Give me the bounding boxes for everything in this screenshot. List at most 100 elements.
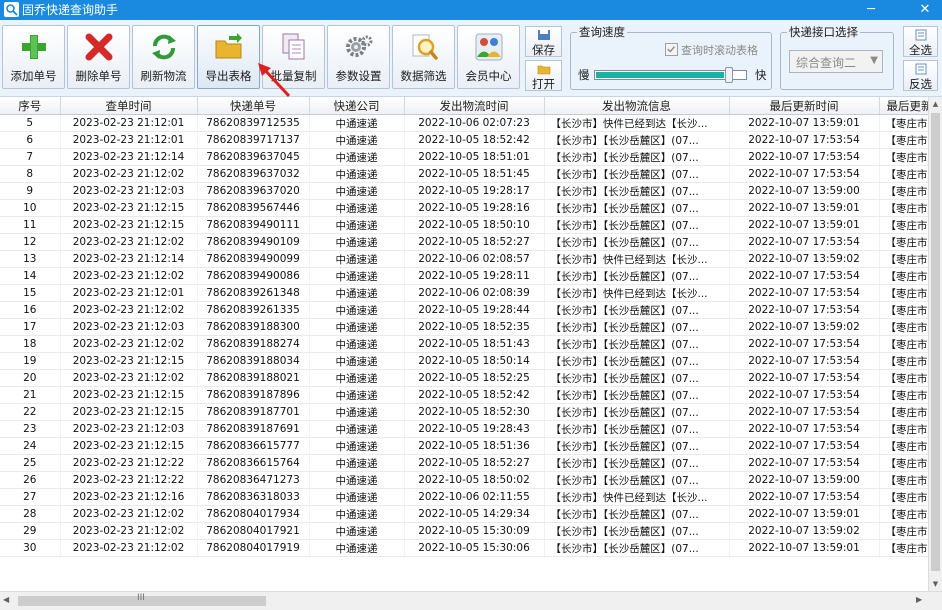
cell-index: 25 [0, 454, 61, 472]
table-row[interactable]: 18 2023-02-23 21:12:02 78620839188274 中通速递 2… [0, 335, 928, 353]
add-order-button[interactable]: 添加单号 [2, 25, 65, 89]
cell-query-time: 2023-02-23 21:12:16 [60, 488, 198, 506]
table-row[interactable]: 21 2023-02-23 21:12:15 78620839187896 中通速递 2… [0, 386, 928, 404]
speed-slider-thumb[interactable] [725, 67, 733, 83]
tracking-table[interactable]: 序号 查单时间 快递单号 快递公司 发出物流时间 发出物流信息 最后更新时间 最… [0, 97, 928, 591]
cell-ship-time: 2022-10-05 18:52:25 [404, 369, 545, 387]
minimize-button[interactable]: ─ [857, 0, 885, 20]
tracking-table-grid: 序号 查单时间 快递单号 快递公司 发出物流时间 发出物流信息 最后更新时间 最… [0, 97, 928, 557]
speed-slider-fill [596, 72, 725, 78]
table-row[interactable]: 11 2023-02-23 21:12:15 78620839490111 中通速递 2… [0, 216, 928, 234]
scroll-up-icon[interactable]: ▲ [929, 97, 942, 111]
column-header-courier[interactable]: 快递公司 [309, 97, 405, 115]
column-header-last-update-time[interactable]: 最后更新时间 [729, 97, 880, 115]
cell-last-update: 【枣庄市 [879, 199, 928, 217]
table-row[interactable]: 24 2023-02-23 21:12:15 78620836615777 中通速递 2… [0, 437, 928, 455]
vertical-scrollbar[interactable]: ▲ ▼ [928, 97, 942, 591]
table-row[interactable]: 26 2023-02-23 21:12:22 78620836471273 中通速递 2… [0, 471, 928, 489]
table-row[interactable]: 12 2023-02-23 21:12:02 78620839490109 中通速递 2… [0, 233, 928, 251]
cell-ship-info: 【长沙市】【长沙岳麓区】(07... [544, 335, 730, 353]
table-row[interactable]: 14 2023-02-23 21:12:02 78620839490086 中通速递 2… [0, 267, 928, 285]
cell-query-time: 2023-02-23 21:12:03 [60, 420, 198, 438]
cell-index: 16 [0, 301, 61, 319]
column-header-last-update[interactable]: 最后更新 [879, 97, 928, 115]
table-row[interactable]: 16 2023-02-23 21:12:02 78620839261335 中通速递 2… [0, 301, 928, 319]
delete-x-icon [85, 33, 113, 61]
table-row[interactable]: 29 2023-02-23 21:12:02 78620804017921 中通速递 2… [0, 522, 928, 540]
column-header-query-time[interactable]: 查单时间 [60, 97, 198, 115]
cell-ship-time: 2022-10-05 19:28:11 [404, 267, 545, 285]
scroll-left-icon[interactable]: ◀ [3, 595, 9, 604]
cell-query-time: 2023-02-23 21:12:01 [60, 284, 198, 302]
cell-courier: 中通速递 [309, 352, 405, 370]
column-header-ship-time[interactable]: 发出物流时间 [404, 97, 545, 115]
scroll-right-icon[interactable]: ▶ [916, 595, 922, 604]
delete-order-button[interactable]: 删除单号 [67, 25, 130, 89]
table-row[interactable]: 8 2023-02-23 21:12:02 78620839637032 中通速递 20… [0, 165, 928, 183]
cell-query-time: 2023-02-23 21:12:22 [60, 471, 198, 489]
cell-query-time: 2023-02-23 21:12:15 [60, 199, 198, 217]
table-row[interactable]: 6 2023-02-23 21:12:01 78620839717137 中通速递 20… [0, 131, 928, 149]
cell-last-update: 【枣庄市 [879, 216, 928, 234]
select-all-button[interactable]: 全选 [903, 26, 938, 57]
cell-last-update: 【枣庄市 [879, 505, 928, 523]
table-row[interactable]: 25 2023-02-23 21:12:22 78620836615764 中通速递 2… [0, 454, 928, 472]
table-row[interactable]: 10 2023-02-23 21:12:15 78620839567446 中通速递 2… [0, 199, 928, 217]
settings-button[interactable]: 参数设置 [327, 25, 390, 89]
table-row[interactable]: 5 2023-02-23 21:12:01 78620839712535 中通速递 20… [0, 114, 928, 132]
save-button[interactable]: 保存 [525, 26, 562, 57]
cell-last-update: 【枣庄市 [879, 437, 928, 455]
table-row[interactable]: 13 2023-02-23 21:12:14 78620839490099 中通速递 2… [0, 250, 928, 268]
cell-query-time: 2023-02-23 21:12:14 [60, 250, 198, 268]
cell-last-update: 【枣庄市 [879, 335, 928, 353]
cell-courier: 中通速递 [309, 437, 405, 455]
table-row[interactable]: 9 2023-02-23 21:12:03 78620839637020 中通速递 20… [0, 182, 928, 200]
table-row[interactable]: 7 2023-02-23 21:12:14 78620839637045 中通速递 20… [0, 148, 928, 166]
cell-ship-time: 2022-10-05 19:28:17 [404, 182, 545, 200]
scroll-table-checkbox[interactable] [665, 43, 678, 56]
table-row[interactable]: 30 2023-02-23 21:12:02 78620804017919 中通速递 2… [0, 539, 928, 557]
table-row[interactable]: 15 2023-02-23 21:12:01 78620839261348 中通速递 2… [0, 284, 928, 302]
cell-last-update-time: 2022-10-07 17:53:54 [729, 352, 880, 370]
cell-tracking-number: 78620839490099 [197, 250, 310, 268]
cell-courier: 中通速递 [309, 335, 405, 353]
api-select-dropdown[interactable]: 综合查询二 ▼ [789, 50, 883, 73]
cell-index: 15 [0, 284, 61, 302]
vertical-scroll-thumb[interactable] [931, 113, 940, 571]
cell-index: 12 [0, 233, 61, 251]
table-row[interactable]: 22 2023-02-23 21:12:15 78620839187701 中通速递 2… [0, 403, 928, 421]
table-row[interactable]: 28 2023-02-23 21:12:02 78620804017934 中通速递 2… [0, 505, 928, 523]
table-row[interactable]: 27 2023-02-23 21:12:16 78620836318033 中通速递 2… [0, 488, 928, 506]
filter-magnifier-icon [412, 34, 438, 60]
export-table-button[interactable]: 导出表格 [197, 25, 260, 89]
cell-ship-info: 【长沙市】【长沙岳麓区】(07... [544, 199, 730, 217]
cell-courier: 中通速递 [309, 420, 405, 438]
open-button[interactable]: 打开 [525, 60, 562, 91]
column-header-ship-info[interactable]: 发出物流信息 [544, 97, 730, 115]
data-filter-button[interactable]: 数据筛选 [392, 25, 455, 89]
scroll-down-icon[interactable]: ▼ [929, 577, 942, 591]
cell-index: 28 [0, 505, 61, 523]
cell-ship-info: 【长沙市】【长沙岳麓区】(07... [544, 233, 730, 251]
table-row[interactable]: 17 2023-02-23 21:12:03 78620839188300 中通速递 2… [0, 318, 928, 336]
cell-courier: 中通速递 [309, 267, 405, 285]
invert-select-button[interactable]: 反选 [903, 60, 938, 91]
cell-ship-info: 【长沙市】【长沙岳麓区】(07... [544, 318, 730, 336]
cell-last-update-time: 2022-10-07 17:53:54 [729, 454, 880, 472]
member-center-button[interactable]: 会员中心 [457, 25, 520, 89]
cell-ship-info: 【长沙市】快件已经到达【长沙... [544, 284, 730, 302]
table-row[interactable]: 19 2023-02-23 21:12:15 78620839188034 中通速递 2… [0, 352, 928, 370]
cell-ship-time: 2022-10-05 18:52:42 [404, 386, 545, 404]
table-row[interactable]: 20 2023-02-23 21:12:02 78620839188021 中通速递 2… [0, 369, 928, 387]
open-folder-icon [537, 65, 551, 75]
horizontal-scrollbar[interactable]: ◀ III ▶ [0, 591, 942, 610]
refresh-logistics-button[interactable]: 刷新物流 [132, 25, 195, 89]
open-label: 打开 [532, 77, 555, 91]
close-button[interactable]: ✕ [911, 0, 939, 20]
cell-query-time: 2023-02-23 21:12:14 [60, 148, 198, 166]
table-row[interactable]: 23 2023-02-23 21:12:03 78620839187691 中通速递 2… [0, 420, 928, 438]
cell-query-time: 2023-02-23 21:12:01 [60, 131, 198, 149]
column-header-index[interactable]: 序号 [0, 97, 61, 115]
cell-tracking-number: 78620836318033 [197, 488, 310, 506]
cell-ship-info: 【长沙市】【长沙岳麓区】(07... [544, 352, 730, 370]
